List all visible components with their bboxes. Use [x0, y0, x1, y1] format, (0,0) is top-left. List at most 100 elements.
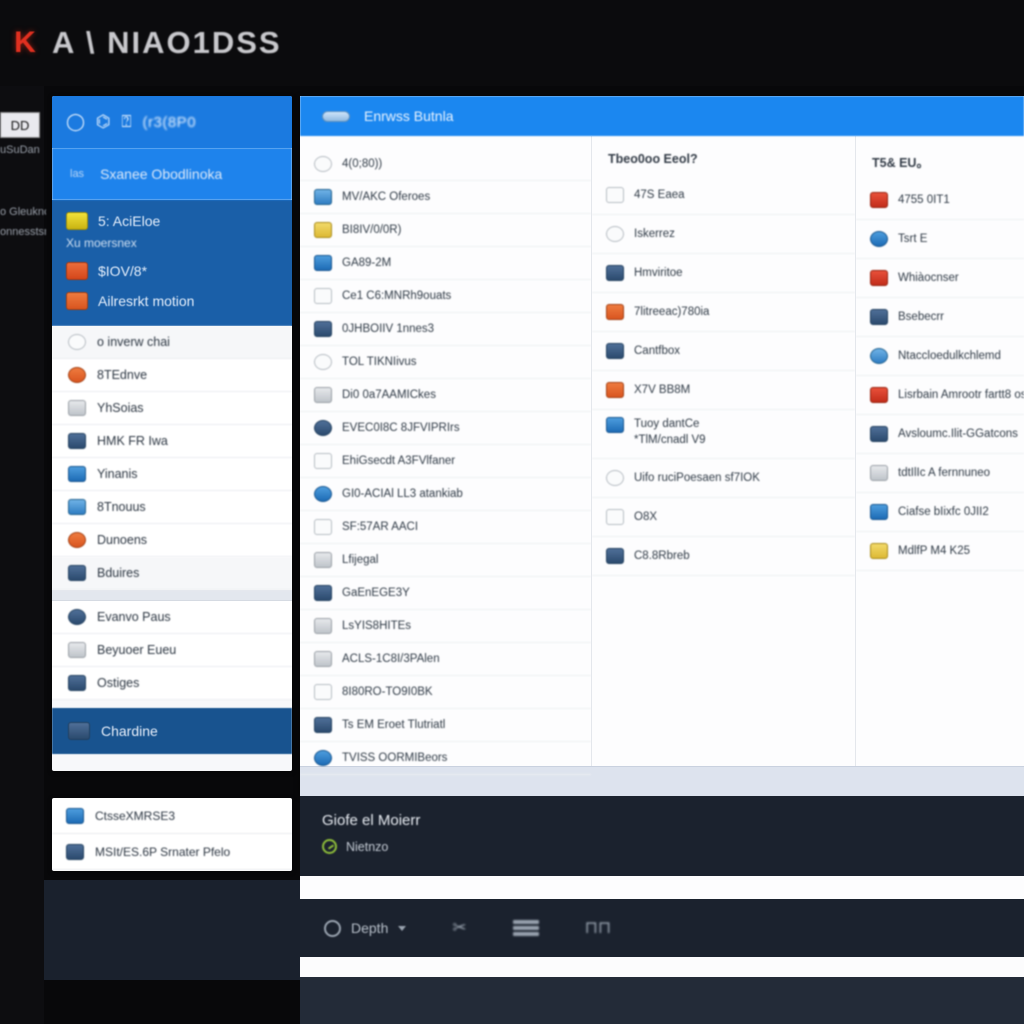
list-item[interactable]: MV/AKC Oferoes	[300, 181, 591, 214]
globe-icon	[314, 354, 332, 370]
sidebar-row-label: o inverw chai	[97, 335, 170, 349]
sidebar-subheader[interactable]: las Sxanee Obodlinoka	[52, 148, 292, 200]
sidebar-item-note[interactable]: $IOV/8*	[52, 256, 292, 286]
sidebar-row[interactable]: Beyuoer Eueu	[52, 634, 292, 667]
list-item[interactable]: EVEC0I8C 8JFVIPRIrs	[300, 412, 591, 445]
sidebar-row[interactable]: 8Tnouus	[52, 491, 292, 524]
sidebar-row[interactable]: o inverw chai	[52, 326, 292, 359]
sidebar: ◯ ⌬ ⍰ (r3(8P0 las Sxanee Obodlinoka 5: A…	[52, 96, 292, 771]
layers-tool[interactable]	[512, 920, 539, 936]
sidebar-row-label: HMK FR Iwa	[97, 434, 168, 448]
list-item[interactable]: TOL TIKNIivus	[300, 346, 591, 379]
column-2-title: Tbeo0oo Eeol?	[608, 152, 698, 166]
list-item[interactable]: Ce1 C6:MNRh9ouats	[300, 280, 591, 313]
sidebar-row[interactable]: Yinanis	[52, 458, 292, 491]
sidebar-item-visor[interactable]: 5: AciEloe	[52, 206, 292, 236]
list-item[interactable]: 47S Eaea	[592, 176, 855, 215]
list-item[interactable]: GI0-ACIAl LL3 atankiab	[300, 478, 591, 511]
list-item[interactable]: Bsebecrr	[856, 298, 1024, 337]
book-icon	[68, 565, 86, 581]
main-header: Enrwss Butnla	[300, 96, 1024, 136]
column-1: 4(0;80)) MV/AKC Oferoes BI8IV/0/0R) GA89…	[300, 136, 592, 775]
list-item[interactable]: 4755 0IT1	[856, 181, 1024, 220]
list-item[interactable]: Whiàocnser	[856, 259, 1024, 298]
window-icon	[314, 255, 332, 271]
chevron-down-icon	[398, 925, 407, 931]
list-item[interactable]: Uifo ruciPoesaen sf7IOK	[592, 459, 855, 498]
cursor-tool[interactable]: ✂	[452, 918, 466, 938]
list-item-label: Whiàocnser	[898, 272, 959, 284]
list-item[interactable]: ACLS-1C8I/3PAlen	[300, 643, 591, 676]
list-item[interactable]: GaEnEGE3Y	[300, 577, 591, 610]
list-item[interactable]: tdtIlIc A fernnuneo	[856, 454, 1024, 493]
list-item[interactable]: Lisrbain Amrootr fartt8 ostr	[856, 376, 1024, 415]
sidebar-row[interactable]: Bduires	[52, 557, 292, 590]
list-item[interactable]: EhiGsecdt A3FVlfaner	[300, 445, 591, 478]
desktop-icon	[66, 843, 84, 860]
list-item[interactable]: Tuoy dantCe *TlM/cnadl V9	[592, 410, 855, 459]
list-item-label: 47S Eaea	[634, 189, 685, 201]
table-tool[interactable]: ⊓⊓	[585, 918, 612, 938]
list-item[interactable]: Ntaccloedulkchlemd	[856, 337, 1024, 376]
list-item[interactable]: Ciafse bIixfc 0JII2	[856, 493, 1024, 532]
list-item[interactable]: GA89-2M	[300, 247, 591, 280]
list-item[interactable]: MdlfP M4 K25	[856, 532, 1024, 571]
list-item[interactable]: TVISS OORMIBeors	[300, 742, 591, 775]
check-circle-icon	[322, 839, 337, 854]
sidebar-subheader-label: Sxanee Obodlinoka	[100, 166, 223, 182]
list-item-label: 8I80RO-TO9I0BK	[342, 686, 433, 698]
list-item[interactable]: 8I80RO-TO9I0BK	[300, 676, 591, 709]
settings-icon	[68, 675, 86, 691]
rail-badge-icon[interactable]: DD	[0, 112, 40, 138]
list-item[interactable]: Hmviritoe	[592, 254, 855, 293]
list-item[interactable]: BI8IV/0/0R)	[300, 214, 591, 247]
sidebar-row[interactable]: HMK FR Iwa	[52, 425, 292, 458]
list-item-label: Avsloumc.Ilit-GGatcons	[898, 428, 1018, 440]
list-item[interactable]: 7litreeac)780ia	[592, 293, 855, 332]
list-item[interactable]: SF:57AR AACI	[300, 511, 591, 544]
list-item-label: Cantfbox	[634, 345, 681, 357]
list-item[interactable]: 0JHBOIIV 1nnes3	[300, 313, 591, 346]
list-item[interactable]: O8X	[592, 498, 855, 537]
camera-icon	[66, 292, 88, 310]
list-item[interactable]: Ts EM Eroet Tlutriatl	[300, 709, 591, 742]
list-item-sublabel: *TlM/cnadl V9	[634, 434, 706, 447]
gold-icon	[870, 543, 888, 559]
clipboard-icon	[314, 552, 332, 568]
sidebar-row[interactable]: YhSoias	[52, 392, 292, 425]
sidebar-row-label: Beyuoer Eueu	[97, 643, 177, 657]
card-row-app[interactable]: CtsseXMRSE3	[52, 798, 292, 834]
column-3-title: T5& EU。	[872, 156, 929, 170]
list-item[interactable]: X7V BB8M	[592, 371, 855, 410]
keyboard-icon	[314, 618, 332, 634]
ball-icon	[606, 470, 624, 486]
list-item[interactable]: Cantfbox	[592, 332, 855, 371]
list-item-label: MV/AKC Oferoes	[342, 191, 431, 203]
list-item[interactable]: Avsloumc.Ilit-GGatcons	[856, 415, 1024, 454]
card-row-desktop[interactable]: MSIt/ES.6P Srnater Pfelo	[52, 834, 292, 870]
list-item-label: TOL TIKNIivus	[342, 356, 417, 368]
left-rail: DD uSuDan o Gleuknc onnesstsnd	[0, 86, 46, 1024]
depth-dropdown-label: Depth	[351, 920, 389, 936]
rail-label-2: o Gleuknc	[0, 206, 46, 218]
sidebar-row[interactable]: 8TEdnve	[52, 359, 292, 392]
list-item[interactable]: Di0 0a7AAMICkes	[300, 379, 591, 412]
list-item[interactable]: Lfijegal	[300, 544, 591, 577]
list-item[interactable]: Tsrt E	[856, 220, 1024, 259]
list-item[interactable]: LsYIS8HITEs	[300, 610, 591, 643]
list-item[interactable]: C8.8Rbreb	[592, 537, 855, 576]
tags-icon	[68, 499, 86, 515]
sidebar-item-camera[interactable]: Ailresrkt motion	[52, 286, 292, 316]
lock-icon	[606, 265, 624, 281]
sidebar-row[interactable]: Ostiges	[52, 667, 292, 700]
sidebar-row[interactable]: Evanvo Paus	[52, 601, 292, 634]
column-3: T5& EU。 4755 0IT1 Tsrt E Whiàocnser Bseb…	[856, 136, 1024, 766]
list-item[interactable]: 4(0;80))	[300, 148, 591, 181]
depth-dropdown[interactable]: Depth	[324, 919, 407, 937]
info-block-status: Nietnzo	[322, 839, 1002, 854]
sidebar-row[interactable]: Dunoens	[52, 524, 292, 557]
sidebar-item-selected[interactable]: Chardine	[52, 708, 292, 754]
hand-icon	[68, 367, 86, 383]
list-item[interactable]: Iskerrez	[592, 215, 855, 254]
list-item-label: Ciafse bIixfc 0JII2	[898, 506, 989, 518]
